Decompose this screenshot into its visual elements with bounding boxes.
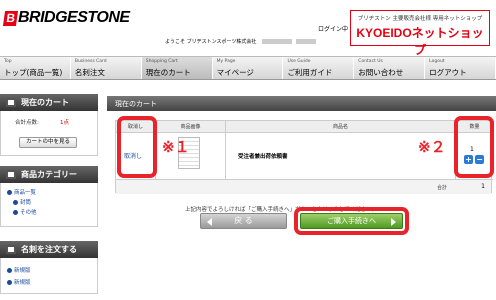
category-label: 商品一覧 <box>14 190 37 196</box>
back-button[interactable]: 戻 る <box>200 213 287 229</box>
masked-name <box>262 39 293 44</box>
cart-icon <box>6 98 16 107</box>
nav-en: Business Card <box>74 59 107 64</box>
nav-top[interactable]: Top トップ(商品一覧) <box>0 57 71 79</box>
bullet-icon <box>13 210 18 215</box>
sidebar-order-body: 新規版 新規版 <box>0 258 98 294</box>
nav-ja: 名刺注文 <box>74 68 105 77</box>
shop-subtitle: ブリヂストン 主要販売会社様 専用ネットショップ <box>357 16 483 22</box>
shop-banner[interactable]: ブリヂストン 主要販売会社様 専用ネットショップ KYOEIDOネットショップ <box>350 10 490 57</box>
view-cart-button[interactable]: カートの中を見る <box>19 137 77 148</box>
bullet-icon <box>7 268 12 273</box>
nav-use-guide[interactable]: Use Guide ご利用ガイド <box>283 57 355 79</box>
welcome-text: ようこそ ブリヂストンスポーツ株式会社 <box>165 38 317 45</box>
total-value: 1 <box>481 183 485 190</box>
brand-text: BRIDGESTONE <box>18 9 130 26</box>
b-mark-icon: B <box>2 10 19 26</box>
annotation-box-cancel <box>117 116 157 178</box>
sidebar-category-header: 商品カテゴリー <box>0 166 98 183</box>
bullet-icon <box>7 280 12 285</box>
nav-ja: 現在のカート <box>145 68 191 77</box>
login-status: ログイン中 <box>318 26 349 33</box>
nav-business-card[interactable]: Business Card 名刺注文 <box>71 57 142 79</box>
nav-ja: お問い合わせ <box>358 68 404 77</box>
nav-contact[interactable]: Contact Us お問い合わせ <box>354 57 426 79</box>
annotation-box-qty <box>454 116 494 178</box>
sidebar-category-title: 商品カテゴリー <box>21 170 77 179</box>
nav-ja: マイページ <box>216 68 254 77</box>
bullet-icon <box>7 190 12 195</box>
back-label: 戻 る <box>234 216 253 225</box>
nav-ja: ご利用ガイド <box>287 68 333 77</box>
col-name: 商品名 <box>226 121 456 133</box>
sidebar-cart-header: 現在のカート <box>0 94 98 111</box>
order-link-2[interactable]: 新規版 <box>7 278 31 286</box>
cart-total-value: 1点 <box>60 120 69 126</box>
col-image: 商品画像 <box>156 121 226 133</box>
sidebar-order-header: 名刺を注文する <box>0 241 98 258</box>
sidebar-order-title: 名刺を注文する <box>21 245 77 254</box>
sidebar-cart-body: 合計点数: 1点 カートの中を見る <box>0 111 98 156</box>
card-icon <box>6 245 16 254</box>
sidebar-category-body: 商品一覧 封筒 その他 <box>0 183 98 227</box>
sidebar-cart-title: 現在のカート <box>21 98 69 107</box>
cart-total-label: 合計点数: <box>15 120 39 126</box>
welcome-label: ようこそ ブリヂストンスポーツ株式会社 <box>165 39 257 45</box>
annotation-mark-2: ※２ <box>418 139 446 156</box>
order-link-1[interactable]: 新規版 <box>7 266 31 274</box>
nav-en: Top <box>4 59 12 64</box>
global-nav: Top トップ(商品一覧) Business Card 名刺注文 Shopping … <box>0 56 496 80</box>
nav-en: Shopping Cart <box>145 59 178 64</box>
page-title: 現在のカート <box>107 96 496 111</box>
total-row <box>116 180 491 194</box>
nav-en: My Page <box>216 59 236 64</box>
order-label: 新規版 <box>14 268 31 274</box>
total-label: 合計 <box>436 185 447 191</box>
category-link-all[interactable]: 商品一覧 <box>7 188 36 196</box>
annotation-mark-1: ※１ <box>162 139 190 156</box>
category-label: 封筒 <box>20 200 32 206</box>
masked-name-2 <box>296 39 317 44</box>
arrow-left-icon <box>207 218 212 226</box>
nav-en: Use Guide <box>287 59 311 64</box>
order-label: 新規版 <box>14 280 31 286</box>
shop-name: KYOEIDOネットショップ <box>356 26 484 57</box>
annotation-box-checkout <box>294 207 409 235</box>
category-icon <box>6 170 16 179</box>
product-name: 受注者兼出荷依頼書 <box>238 154 288 160</box>
bullet-icon <box>13 200 18 205</box>
nav-my-page[interactable]: My Page マイページ <box>213 57 284 79</box>
nav-ja: トップ(商品一覧) <box>4 68 63 77</box>
nav-ja: ログアウト <box>429 68 467 77</box>
nav-logout[interactable]: Logout ログアウト <box>425 57 496 79</box>
nav-shopping-cart[interactable]: Shopping Cart 現在のカート <box>141 57 213 79</box>
nav-en: Logout <box>429 59 445 64</box>
category-link-envelope[interactable]: 封筒 <box>13 198 31 206</box>
bridgestone-logo: B BRIDGESTONE <box>2 9 130 27</box>
category-link-other[interactable]: その他 <box>13 208 37 216</box>
nav-en: Contact Us <box>358 59 383 64</box>
category-label: その他 <box>20 210 37 216</box>
